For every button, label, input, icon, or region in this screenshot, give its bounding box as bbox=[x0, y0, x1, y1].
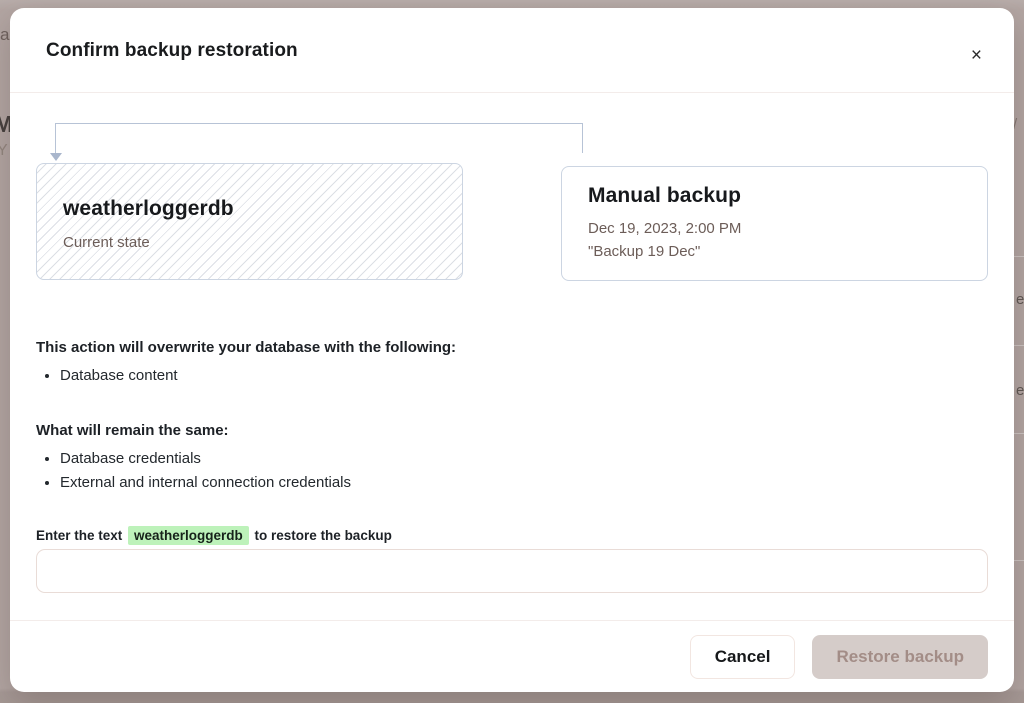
backup-type-label: Manual backup bbox=[588, 184, 961, 208]
confirmation-text-input[interactable] bbox=[36, 549, 988, 593]
list-item: External and internal connection credent… bbox=[60, 471, 988, 495]
required-text-chip: weatherloggerdb bbox=[128, 526, 249, 545]
list-item: Database credentials bbox=[60, 447, 988, 471]
background-text-fragment: a bbox=[0, 26, 9, 43]
overwrite-section-heading: This action will overwrite your database… bbox=[36, 338, 988, 357]
confirmation-instruction: Enter the text weatherloggerdb to restor… bbox=[36, 527, 988, 544]
remain-section-list: Database credentials External and intern… bbox=[36, 447, 988, 495]
dimmed-page-backdrop: a M Y / e e Confirm backup restoration ×… bbox=[0, 0, 1024, 703]
dialog-footer: Cancel Restore backup bbox=[10, 620, 1014, 692]
restore-backup-button[interactable]: Restore backup bbox=[812, 635, 988, 679]
close-icon[interactable]: × bbox=[969, 44, 984, 67]
cancel-button[interactable]: Cancel bbox=[690, 635, 796, 679]
restore-direction-arrow bbox=[55, 123, 583, 153]
overwrite-section-list: Database content bbox=[36, 364, 988, 388]
dialog-header: Confirm backup restoration × bbox=[10, 8, 1014, 93]
remain-section-heading: What will remain the same: bbox=[36, 421, 988, 440]
dialog-title: Confirm backup restoration bbox=[46, 40, 298, 62]
database-name: weatherloggerdb bbox=[63, 197, 436, 221]
backup-timestamp: Dec 19, 2023, 2:00 PM bbox=[588, 217, 961, 240]
current-state-card: weatherloggerdb Current state bbox=[36, 163, 463, 280]
instruction-suffix: to restore the backup bbox=[251, 528, 392, 543]
manual-backup-card: Manual backup Dec 19, 2023, 2:00 PM "Bac… bbox=[561, 166, 988, 281]
background-text-fragment: e bbox=[1016, 383, 1024, 398]
instruction-prefix: Enter the text bbox=[36, 528, 126, 543]
list-item: Database content bbox=[60, 364, 988, 388]
dialog-body: weatherloggerdb Current state Manual bac… bbox=[10, 93, 1014, 620]
background-text-fragment: Y bbox=[0, 143, 8, 159]
background-text-fragment: e bbox=[1016, 292, 1024, 307]
confirm-backup-restoration-dialog: Confirm backup restoration × weatherlogg… bbox=[10, 8, 1014, 692]
restore-diagram: weatherloggerdb Current state Manual bac… bbox=[36, 163, 988, 281]
current-state-label: Current state bbox=[63, 234, 436, 251]
backup-name: "Backup 19 Dec" bbox=[588, 240, 961, 263]
